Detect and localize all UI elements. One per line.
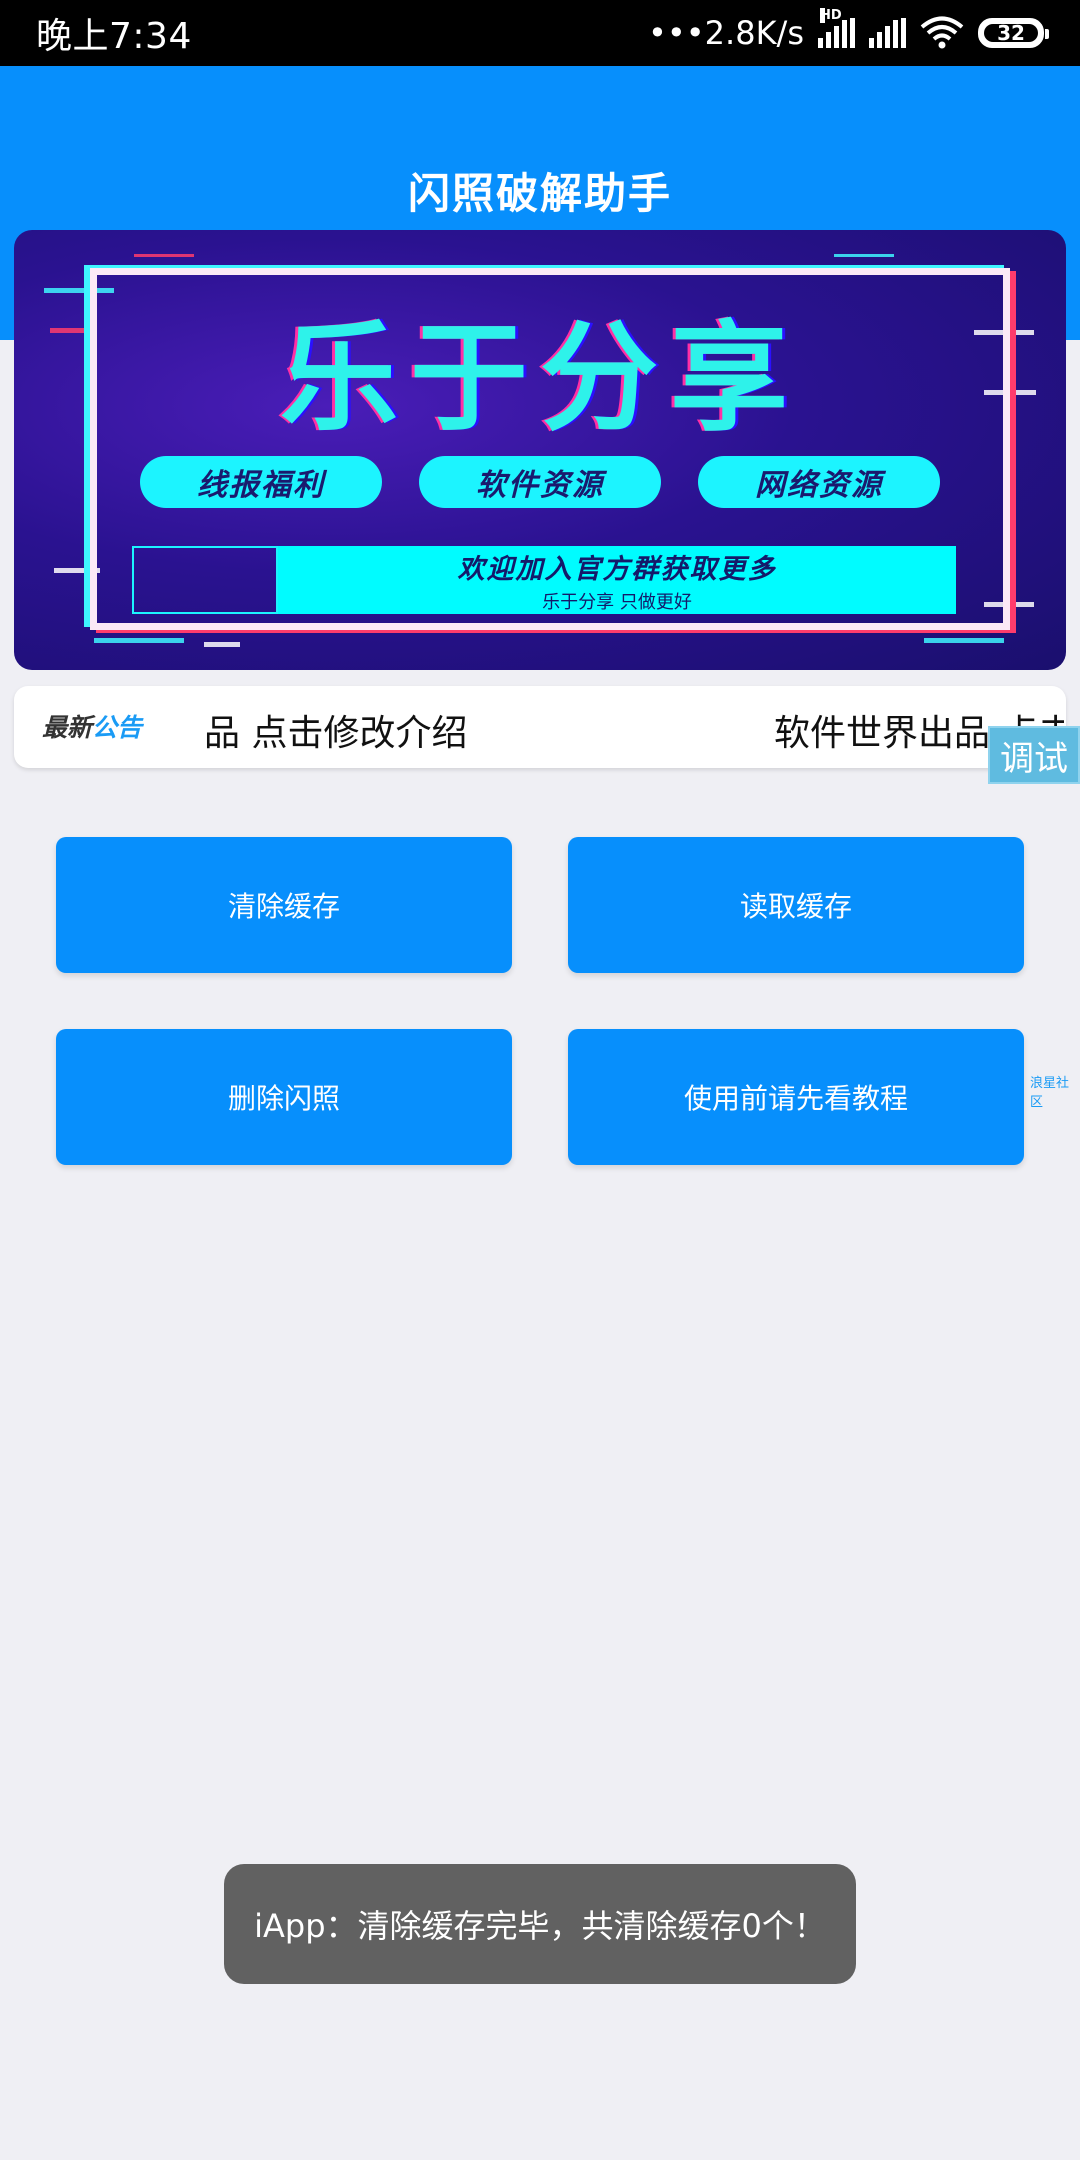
battery-level: 32 <box>984 21 1038 45</box>
status-indicators: •••2.8K/s HD 32 <box>648 8 1049 52</box>
join-box-text: 欢迎加入官方群获取更多 乐于分享 只做更好 <box>278 546 956 614</box>
tutorial-button[interactable]: 使用前请先看教程 <box>568 1029 1024 1165</box>
promo-banner[interactable]: 乐于分享 线报福利 软件资源 网络资源 欢迎加入官方群获取更多 乐于分享 只做更… <box>14 230 1066 670</box>
announcement-text: 品 点击修改介绍 <box>204 713 468 754</box>
banner-pill-row: 线报福利 软件资源 网络资源 <box>140 456 940 508</box>
glitch-line <box>94 638 184 643</box>
pill-network: 网络资源 <box>698 456 940 508</box>
read-cache-button[interactable]: 读取缓存 <box>568 837 1024 973</box>
network-speed: •••2.8K/s <box>648 14 804 52</box>
pill-deals: 线报福利 <box>140 456 382 508</box>
announcement-label-latest: 最新 <box>42 713 93 742</box>
status-time: 晚上7:34 <box>36 16 192 57</box>
battery-icon: 32 <box>978 18 1049 48</box>
join-box-empty <box>132 546 278 614</box>
hd-label: HD <box>820 8 842 23</box>
signal-icon <box>869 18 906 48</box>
toast-message: iApp：清除缓存完毕，共清除缓存0个！ <box>224 1864 856 1984</box>
banner-headline: 乐于分享 <box>279 308 800 447</box>
join-main-text: 欢迎加入官方群获取更多 <box>457 553 777 585</box>
signal-icon: HD <box>818 8 855 48</box>
announcement-marquee: 品 点击修改介绍 软件世界出品 点击 <box>204 686 1064 768</box>
announcement-label-notice: 公告 <box>92 713 143 742</box>
community-link[interactable]: 浪星社区 <box>1030 1072 1080 1110</box>
clear-cache-button[interactable]: 清除缓存 <box>56 837 512 973</box>
status-bar: 晚上7:34 •••2.8K/s HD 32 <box>0 0 1080 66</box>
app-screen: 晚上7:34 •••2.8K/s HD 32 闪照破解助手 乐于分享 线报福利 … <box>0 0 1080 2160</box>
join-group-box: 欢迎加入官方群获取更多 乐于分享 只做更好 <box>132 546 956 614</box>
glitch-line <box>134 254 194 257</box>
debug-button[interactable]: 调试 <box>988 726 1080 784</box>
glitch-line <box>204 642 240 647</box>
announcement-bar[interactable]: 最新公告 品 点击修改介绍 软件世界出品 点击 <box>14 686 1066 768</box>
glitch-line <box>924 638 1004 643</box>
pill-software: 软件资源 <box>419 456 661 508</box>
announcement-label: 最新公告 <box>42 708 142 744</box>
wifi-icon <box>920 16 964 49</box>
page-title: 闪照破解助手 <box>407 169 672 218</box>
glitch-line <box>834 254 894 257</box>
join-sub-text: 乐于分享 只做更好 <box>542 591 692 613</box>
delete-flash-photo-button[interactable]: 删除闪照 <box>56 1029 512 1165</box>
